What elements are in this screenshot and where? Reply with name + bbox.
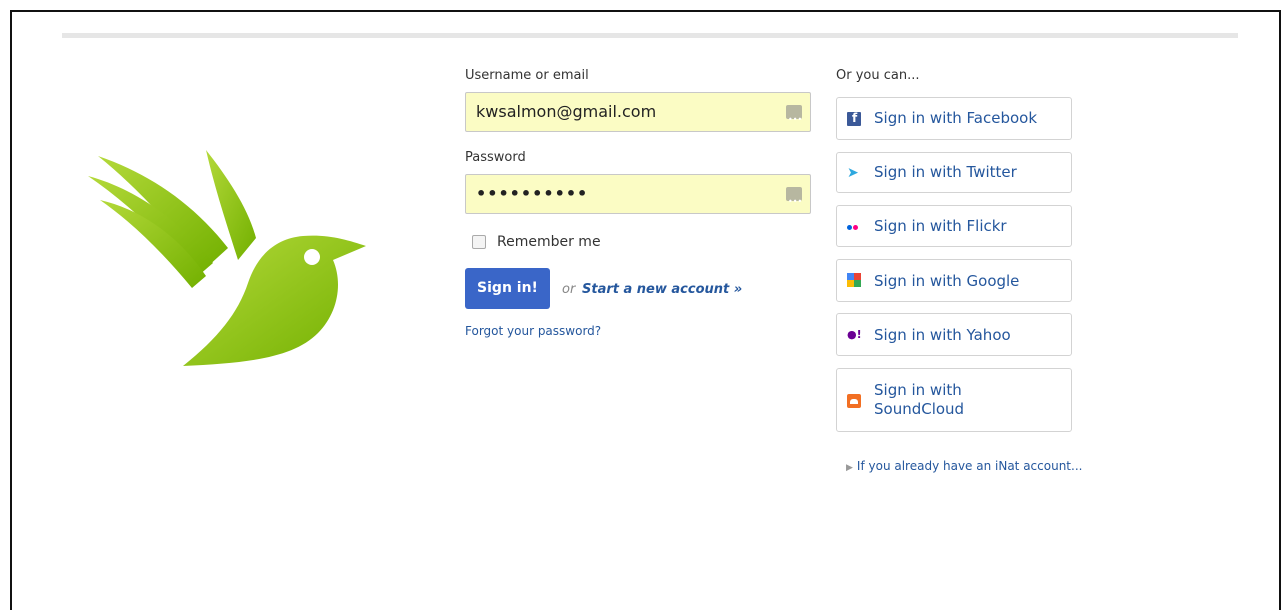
google-icon <box>847 273 861 287</box>
facebook-signin-button[interactable]: Sign in with Facebook <box>836 97 1072 140</box>
soundcloud-signin-label-line2: SoundCloud <box>874 400 965 418</box>
password-input[interactable]: •••••••••• <box>465 174 811 221</box>
yahoo-signin-button[interactable]: ●! Sign in with Yahoo <box>836 313 1072 356</box>
yahoo-icon: ●! <box>847 328 862 341</box>
existing-account-toggle[interactable]: ▶ If you already have an iNat account... <box>846 459 1082 473</box>
yahoo-signin-label: Sign in with Yahoo <box>874 326 1011 344</box>
google-signin-label: Sign in with Google <box>874 272 1020 290</box>
flickr-signin-button[interactable]: Sign in with Flickr <box>836 205 1072 247</box>
username-input[interactable]: kwsalmon@gmail.com <box>465 92 811 139</box>
google-signin-button[interactable]: Sign in with Google <box>836 259 1072 302</box>
username-label: Username or email <box>465 68 589 83</box>
forgot-password-link[interactable]: Forgot your password? <box>465 324 601 338</box>
facebook-icon <box>847 111 861 126</box>
inaturalist-bird-logo <box>88 150 366 366</box>
facebook-signin-label: Sign in with Facebook <box>874 109 1038 127</box>
existing-account-label: If you already have an iNat account... <box>856 459 1083 473</box>
flickr-icon <box>853 225 858 230</box>
or-you-can-heading: Or you can... <box>836 68 920 83</box>
expand-triangle-icon: ▶ <box>846 463 853 473</box>
autofill-key-icon[interactable] <box>786 101 802 139</box>
or-text: or <box>562 282 576 297</box>
header-divider <box>62 33 1238 38</box>
twitter-icon: ➤ <box>847 165 859 181</box>
remember-me-checkbox[interactable] <box>472 235 486 249</box>
password-label: Password <box>465 150 526 165</box>
twitter-signin-label: Sign in with Twitter <box>874 163 1017 181</box>
password-value: •••••••••• <box>476 184 589 203</box>
sign-in-button[interactable]: Sign in! <box>465 268 550 309</box>
twitter-signin-button[interactable]: ➤ Sign in with Twitter <box>836 152 1072 193</box>
username-value: kwsalmon@gmail.com <box>476 102 657 121</box>
flickr-signin-label: Sign in with Flickr <box>874 217 1007 235</box>
soundcloud-signin-button[interactable]: Sign in with SoundCloud <box>836 368 1072 432</box>
soundcloud-icon <box>847 394 861 408</box>
soundcloud-signin-label-line1: Sign in with <box>874 381 962 399</box>
autofill-key-icon[interactable] <box>786 183 802 221</box>
flickr-icon <box>847 225 852 230</box>
start-new-account-link[interactable]: Start a new account » <box>582 282 742 297</box>
remember-me-label[interactable]: Remember me <box>497 234 601 250</box>
